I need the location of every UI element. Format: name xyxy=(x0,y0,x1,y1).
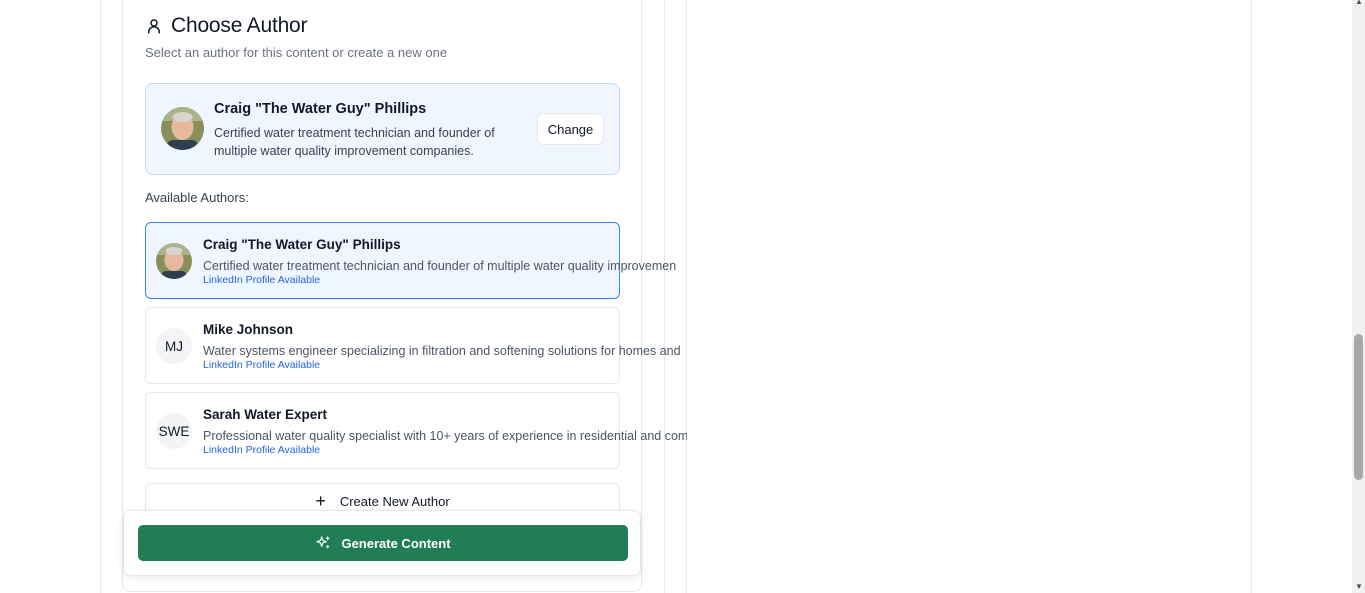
author-bio: Water systems engineer specializing in f… xyxy=(203,344,681,358)
section-subtitle: Select an author for this content or cre… xyxy=(145,45,448,60)
author-bio-container: Water systems engineer specializing in f… xyxy=(203,342,687,360)
sparkles-icon xyxy=(315,535,331,551)
generate-content-label: Generate Content xyxy=(341,535,451,551)
avatar xyxy=(156,243,192,279)
sticky-footer: Generate Content xyxy=(123,510,641,576)
avatar-initials: SWE xyxy=(156,413,192,449)
scroll-up-arrow-icon[interactable]: ▲ xyxy=(1355,0,1363,6)
author-bio-container: Professional water quality specialist wi… xyxy=(203,427,687,445)
section-heading: Choose Author xyxy=(145,14,308,38)
author-name: Mike Johnson xyxy=(203,322,294,337)
bio-line: multiple water quality improvement compa… xyxy=(214,144,474,158)
preview-panel xyxy=(686,0,1252,593)
author-bio-container: Certified water treatment technician and… xyxy=(203,257,687,275)
author-bio: Professional water quality specialist wi… xyxy=(203,429,687,443)
page-title: Choose Author xyxy=(171,14,308,37)
available-authors-label: Available Authors: xyxy=(145,190,249,205)
selected-author-name: Craig "The Water Guy" Phillips xyxy=(214,101,427,117)
author-option-craig[interactable]: Craig "The Water Guy" Phillips Certified… xyxy=(145,222,676,299)
author-option-mike[interactable]: MJ Mike Johnson Water systems engineer s… xyxy=(145,307,681,384)
scrollbar-thumb[interactable] xyxy=(1354,334,1363,480)
linkedin-indicator: LinkedIn Profile Available xyxy=(203,359,321,371)
page-border-left xyxy=(100,0,101,593)
avatar xyxy=(161,107,204,150)
scroll-down-arrow-icon[interactable]: ▼ xyxy=(1355,582,1363,591)
linkedin-indicator: LinkedIn Profile Available xyxy=(203,444,321,456)
author-bio: Certified water treatment technician and… xyxy=(203,259,677,273)
selected-author-card: Craig "The Water Guy" Phillips Certified… xyxy=(145,83,620,175)
author-option-sarah[interactable]: SWE Sarah Water Expert Professional wate… xyxy=(145,392,687,469)
selected-author-bio: Certified water treatment technician and… xyxy=(214,124,514,160)
scrollbar[interactable]: ▲ ▼ xyxy=(1352,0,1365,593)
column-divider xyxy=(664,0,665,593)
author-name: Craig "The Water Guy" Phillips xyxy=(203,237,401,252)
bio-line: Certified water treatment technician and… xyxy=(214,126,495,140)
avatar-initials: MJ xyxy=(156,328,192,364)
plus-icon: + xyxy=(315,491,326,511)
change-author-button[interactable]: Change xyxy=(537,113,604,145)
create-new-author-label: Create New Author xyxy=(339,493,450,509)
user-icon xyxy=(145,17,163,35)
generate-content-button[interactable]: Generate Content xyxy=(138,525,628,561)
author-name: Sarah Water Expert xyxy=(203,407,328,422)
linkedin-indicator: LinkedIn Profile Available xyxy=(203,274,321,286)
